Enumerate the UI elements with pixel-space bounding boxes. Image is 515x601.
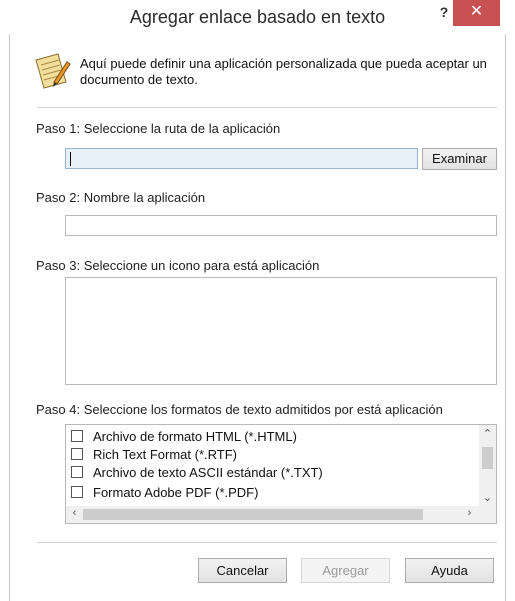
scroll-left-icon[interactable]: ‹ [66, 507, 83, 519]
format-label: Archivo de formato HTML (*.HTML) [93, 429, 297, 444]
step2-label: Paso 2: Nombre la aplicación [36, 190, 206, 205]
format-checkbox[interactable] [71, 466, 83, 478]
dialog-window: Agregar enlace basado en texto ? ✕ Aquí … [0, 0, 515, 601]
browse-button[interactable]: Examinar [422, 148, 497, 170]
notepad-pencil-icon [35, 53, 71, 89]
format-label: Formato Adobe PDF (*.PDF) [93, 485, 259, 500]
close-button[interactable]: ✕ [453, 0, 500, 26]
window-border-right [505, 34, 506, 601]
format-checkbox[interactable] [71, 430, 83, 442]
application-name-input[interactable] [65, 215, 497, 236]
separator-bottom [37, 542, 497, 543]
horizontal-scroll-thumb[interactable] [83, 509, 423, 520]
vertical-scrollbar[interactable]: ⌃ ⌄ [479, 425, 496, 508]
vertical-scroll-thumb[interactable] [482, 447, 493, 469]
horizontal-scrollbar[interactable]: ‹ › [66, 506, 481, 523]
scroll-down-icon[interactable]: ⌄ [479, 491, 496, 504]
scroll-right-icon[interactable]: › [461, 507, 478, 519]
help-title-button[interactable]: ? [434, 4, 454, 24]
window-border-left [9, 34, 10, 601]
format-checkbox[interactable] [71, 486, 83, 498]
info-description: Aquí puede definir una aplicación person… [80, 56, 487, 87]
help-button[interactable]: Ayuda [405, 558, 494, 583]
scrollbar-corner [479, 506, 496, 523]
close-icon: ✕ [469, 3, 484, 20]
icon-selection-box[interactable] [65, 277, 497, 385]
format-label: Archivo de texto ASCII estándar (*.TXT) [93, 465, 323, 480]
format-label: Rich Text Format (*.RTF) [93, 447, 237, 462]
step4-label: Paso 4: Seleccione los formatos de texto… [36, 402, 443, 417]
separator-top [37, 107, 497, 108]
step1-label: Paso 1: Seleccione la ruta de la aplicac… [36, 121, 281, 136]
cancel-button[interactable]: Cancelar [198, 558, 287, 583]
scroll-up-icon[interactable]: ⌃ [479, 427, 496, 440]
format-checkbox[interactable] [71, 448, 83, 460]
add-button-disabled[interactable]: Agregar [301, 558, 390, 583]
step3-label: Paso 3: Seleccione un icono para está ap… [36, 258, 320, 273]
application-path-input[interactable] [65, 148, 418, 169]
text-caret [70, 152, 71, 166]
title-bar: Agregar enlace basado en texto ? ✕ [0, 0, 515, 34]
formats-list[interactable]: Archivo de formato HTML (*.HTML) Rich Te… [65, 424, 497, 524]
